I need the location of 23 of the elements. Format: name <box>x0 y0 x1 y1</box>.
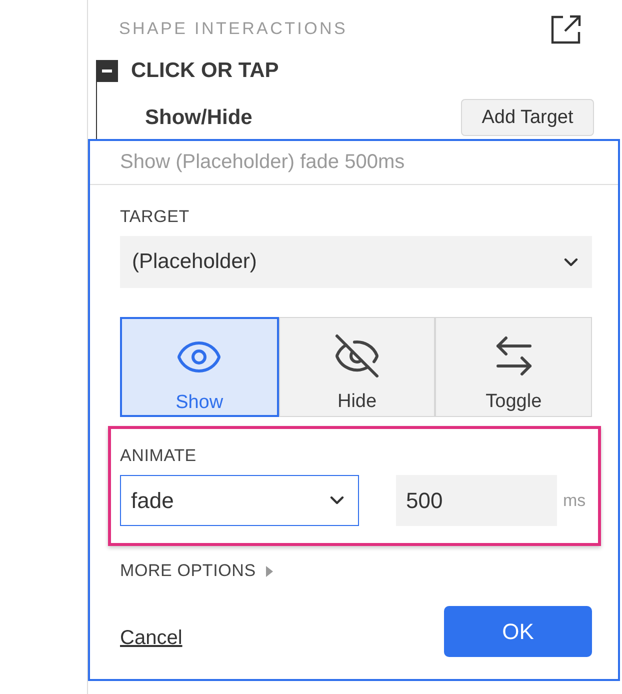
chevron-down-icon <box>330 496 344 505</box>
collapse-icon[interactable] <box>96 60 118 82</box>
triangle-right-icon <box>266 566 273 576</box>
unit-label: ms <box>563 490 586 510</box>
ok-button[interactable]: OK <box>444 606 592 657</box>
add-target-button[interactable]: Add Target <box>461 99 594 136</box>
panel-title: SHAPE INTERACTIONS <box>119 19 348 39</box>
action-summary: Show (Placeholder) fade 500ms <box>120 151 405 174</box>
target-select[interactable]: (Placeholder) <box>120 236 592 288</box>
external-link-icon[interactable] <box>551 14 581 44</box>
eye-off-icon <box>333 332 381 380</box>
more-options-link[interactable]: MORE OPTIONS <box>120 561 256 581</box>
cancel-link[interactable]: Cancel <box>120 627 182 650</box>
action-title: Show/Hide <box>145 105 252 131</box>
duration-input[interactable]: 500 <box>396 475 557 526</box>
mode-button[interactable]: Hide <box>278 317 436 417</box>
field-label: TARGET <box>120 207 190 227</box>
chevron-down-icon <box>564 258 578 266</box>
trigger-label: CLICK OR TAP <box>131 60 279 82</box>
mode-button[interactable]: Show <box>120 317 279 417</box>
mode-button[interactable]: Toggle <box>435 317 592 417</box>
effect-select[interactable]: fade <box>120 475 359 526</box>
field-label: ANIMATE <box>120 446 196 466</box>
